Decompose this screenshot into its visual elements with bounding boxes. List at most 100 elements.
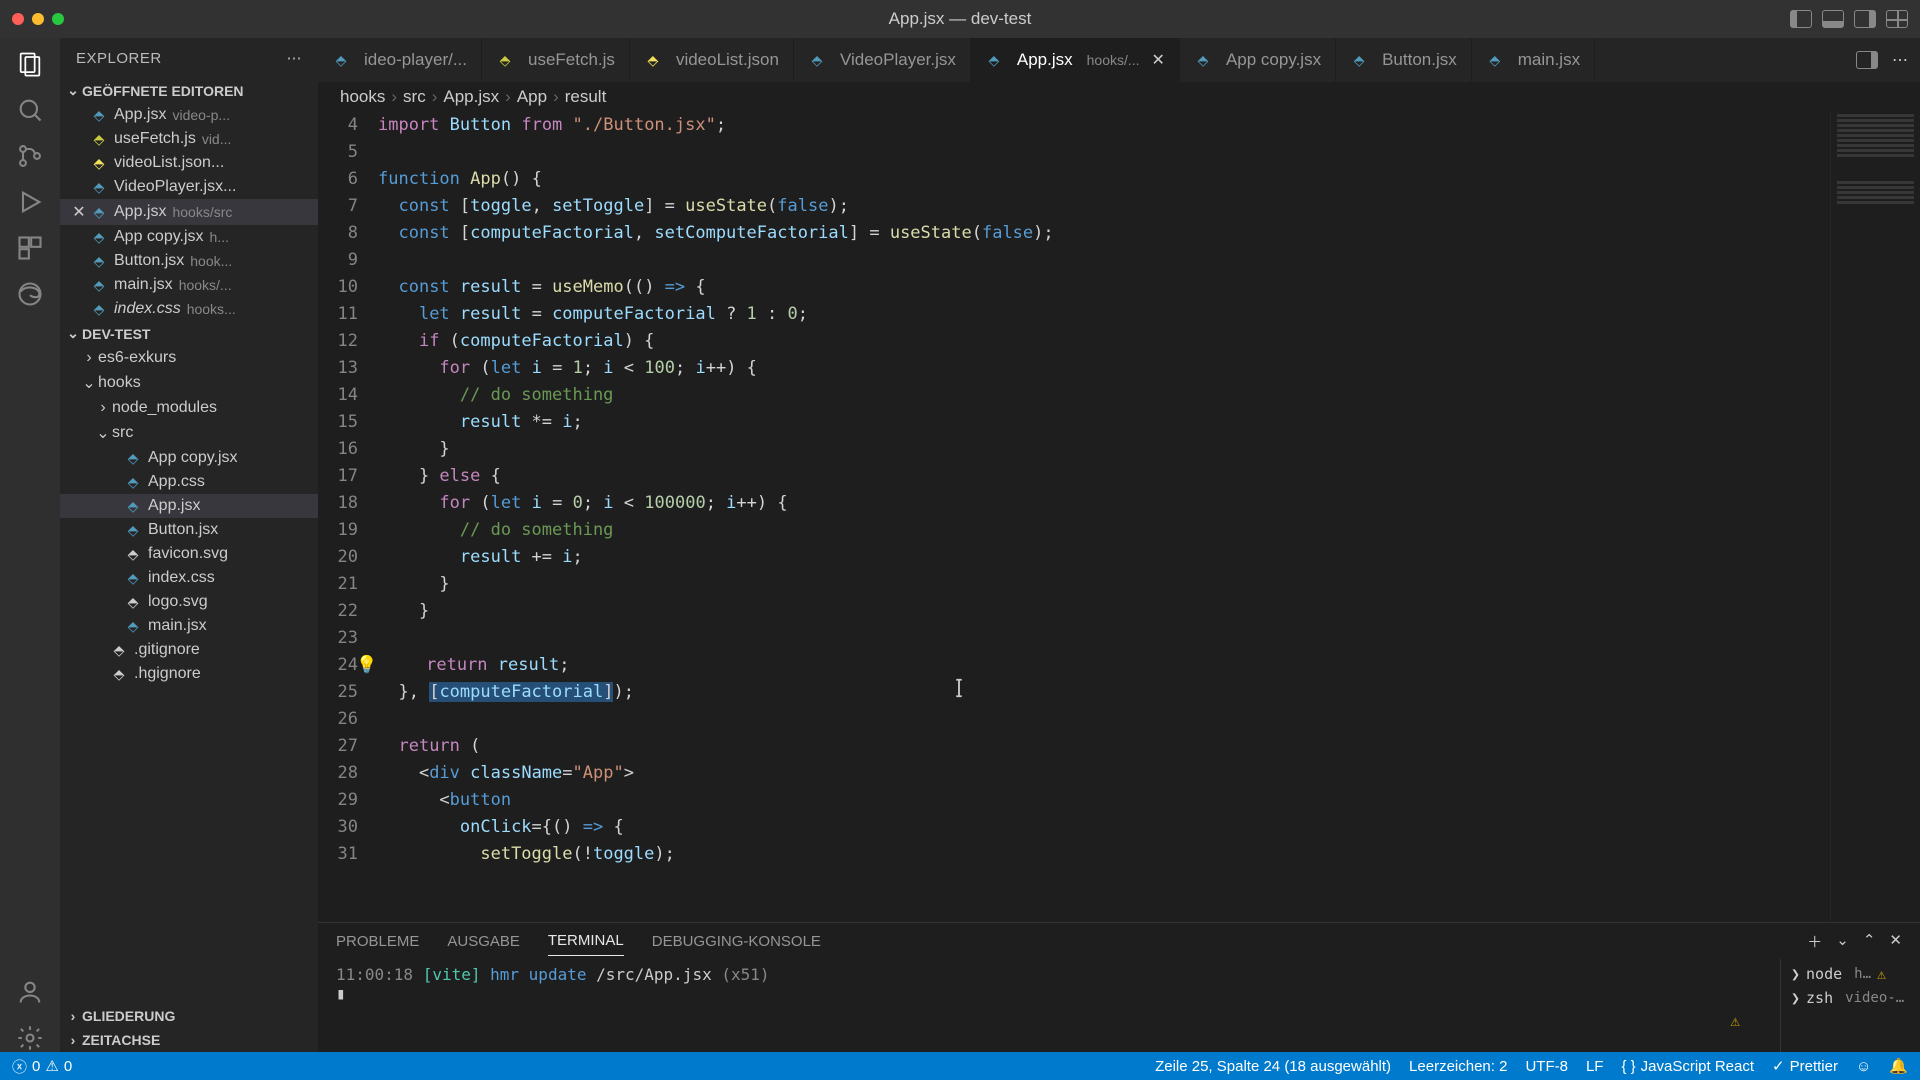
breadcrumb-segment[interactable]: result [565,87,607,107]
open-editor-item[interactable]: ⬘VideoPlayer.jsx... [60,175,318,199]
folder-item[interactable]: ›node_modules [60,396,318,420]
file-icon: ⬘ [124,618,142,635]
layout-grid-icon[interactable] [1886,10,1908,28]
toggle-secondary-icon[interactable] [1854,10,1876,28]
file-item[interactable]: ⬘App.css [60,470,318,494]
open-editor-item[interactable]: ⬘useFetch.jsvid... [60,127,318,151]
file-item[interactable]: ⬘favicon.svg [60,542,318,566]
open-editors-list: ⬘App.jsxvideo-p...⬘useFetch.jsvid...⬘vid… [60,103,318,321]
folder-item[interactable]: ⌄src [60,420,318,446]
run-debug-icon[interactable] [16,188,44,216]
terminal-output[interactable]: 11:00:18 [vite] hmr update /src/App.jsx … [318,959,1780,1052]
editor-tab[interactable]: ⬘main.jsx [1472,38,1595,82]
close-icon[interactable]: ✕ [68,202,90,222]
item-label: App.jsx [148,497,200,515]
status-errors[interactable]: ⓧ 0 ⚠ 0 [12,1056,72,1077]
new-terminal-icon[interactable]: ＋ [1807,931,1822,952]
tab-label: main.jsx [1518,50,1580,70]
toggle-sidebar-icon[interactable] [1790,10,1812,28]
open-editor-item[interactable]: ⬘Button.jsxhook... [60,249,318,273]
open-editor-item[interactable]: ⬘main.jsxhooks/... [60,273,318,297]
file-name: App.jsx [114,203,166,221]
explorer-icon[interactable] [16,50,44,78]
breadcrumb-segment[interactable]: App.jsx [443,87,499,107]
close-icon[interactable]: ✕ [1889,931,1902,952]
file-icon: ⬘ [110,642,128,659]
file-item[interactable]: ⬘Button.jsx [60,518,318,542]
breadcrumb-segment[interactable]: hooks [340,87,385,107]
bell-icon[interactable]: 🔔 [1889,1057,1908,1075]
status-lang[interactable]: { } JavaScript React [1621,1058,1754,1075]
timeline-section[interactable]: › ZEITACHSE [60,1028,318,1052]
item-label: App copy.jsx [148,449,238,467]
extensions-icon[interactable] [16,234,44,262]
shell-hint: h… [1854,966,1871,982]
toggle-panel-icon[interactable] [1822,10,1844,28]
traffic-lights [12,13,64,25]
open-editor-item[interactable]: ⬘index.csshooks... [60,297,318,321]
status-spaces[interactable]: Leerzeichen: 2 [1409,1058,1507,1075]
minimize-window-icon[interactable] [32,13,44,25]
activity-bar [0,38,60,1052]
file-item[interactable]: ⬘.gitignore [60,638,318,662]
open-editors-section[interactable]: ⌄ GEÖFFNETE EDITOREN [60,78,318,103]
outline-section[interactable]: › GLIEDERUNG [60,1004,318,1028]
folder-item[interactable]: ⌄hooks [60,370,318,396]
panel-tab[interactable]: DEBUGGING-KONSOLE [652,927,821,956]
feedback-icon[interactable]: ☺ [1856,1058,1871,1075]
file-item[interactable]: ⬘App copy.jsx [60,446,318,470]
editor-tab[interactable]: ⬘App.jsxhooks/...✕ [971,38,1180,82]
open-editor-item[interactable]: ✕⬘App.jsxhooks/src [60,199,318,225]
status-prettier[interactable]: ✓ Prettier [1772,1057,1838,1075]
close-window-icon[interactable] [12,13,24,25]
settings-gear-icon[interactable] [16,1024,44,1052]
more-icon[interactable]: ⋯ [1892,50,1908,70]
panel-tab[interactable]: AUSGABE [447,927,520,956]
panel-tab[interactable]: PROBLEME [336,927,419,956]
file-item[interactable]: ⬘.hgignore [60,662,318,686]
chevron-down-icon[interactable]: ⌄ [1836,931,1849,952]
source-control-icon[interactable] [16,142,44,170]
status-eol[interactable]: LF [1586,1058,1604,1075]
search-icon[interactable] [16,96,44,124]
file-item[interactable]: ⬘App.jsx [60,494,318,518]
editor-tab[interactable]: ⬘videoList.json [630,38,794,82]
close-icon[interactable]: ✕ [1152,50,1165,70]
open-editor-item[interactable]: ⬘App copy.jsxh... [60,225,318,249]
maximize-window-icon[interactable] [52,13,64,25]
open-editor-item[interactable]: ⬘videoList.json... [60,151,318,175]
editor-tab[interactable]: ⬘VideoPlayer.jsx [794,38,971,82]
file-item[interactable]: ⬘logo.svg [60,590,318,614]
terminal-list: ❯ node h… ⚠ ❯ zsh video-… [1780,959,1920,1052]
breadcrumb[interactable]: hooks›src›App.jsx›App›result [318,82,1920,112]
status-cursor[interactable]: Zeile 25, Spalte 24 (18 ausgewählt) [1155,1058,1391,1075]
file-icon: ⬘ [1350,52,1368,69]
minimap[interactable] [1830,112,1920,922]
file-item[interactable]: ⬘main.jsx [60,614,318,638]
split-editor-icon[interactable] [1856,51,1878,69]
code-area[interactable]: import Button from "./Button.jsx"; funct… [378,112,1830,922]
breadcrumb-segment[interactable]: src [403,87,426,107]
file-item[interactable]: ⬘index.css [60,566,318,590]
edge-icon[interactable] [16,280,44,308]
warning-icon[interactable]: ⚠ [1730,1011,1740,1030]
editor-tab[interactable]: ⬘ideo-player/... [318,38,482,82]
open-editor-item[interactable]: ⬘App.jsxvideo-p... [60,103,318,127]
file-icon: ⬘ [124,570,142,587]
folder-item[interactable]: ›es6-exkurs [60,346,318,370]
file-icon: ⬘ [808,52,826,69]
breadcrumb-segment[interactable]: App [517,87,547,107]
editor-tab[interactable]: ⬘Button.jsx [1336,38,1472,82]
terminal-entry[interactable]: ❯ node h… ⚠ [1791,965,1910,983]
terminal-entry[interactable]: ❯ zsh video-… [1791,989,1910,1007]
panel-tab[interactable]: TERMINAL [548,926,624,956]
project-section[interactable]: ⌄ DEV-TEST [60,321,318,346]
editor-tab[interactable]: ⬘useFetch.js [482,38,630,82]
editor-body[interactable]: 4567891011121314151617181920212223242526… [318,112,1920,922]
status-encoding[interactable]: UTF-8 [1525,1058,1568,1075]
editor-tab[interactable]: ⬘App copy.jsx [1180,38,1336,82]
file-icon: ⬘ [1194,52,1212,69]
more-icon[interactable]: ⋯ [287,49,303,67]
chevron-up-icon[interactable]: ⌃ [1863,931,1876,952]
account-icon[interactable] [16,978,44,1006]
